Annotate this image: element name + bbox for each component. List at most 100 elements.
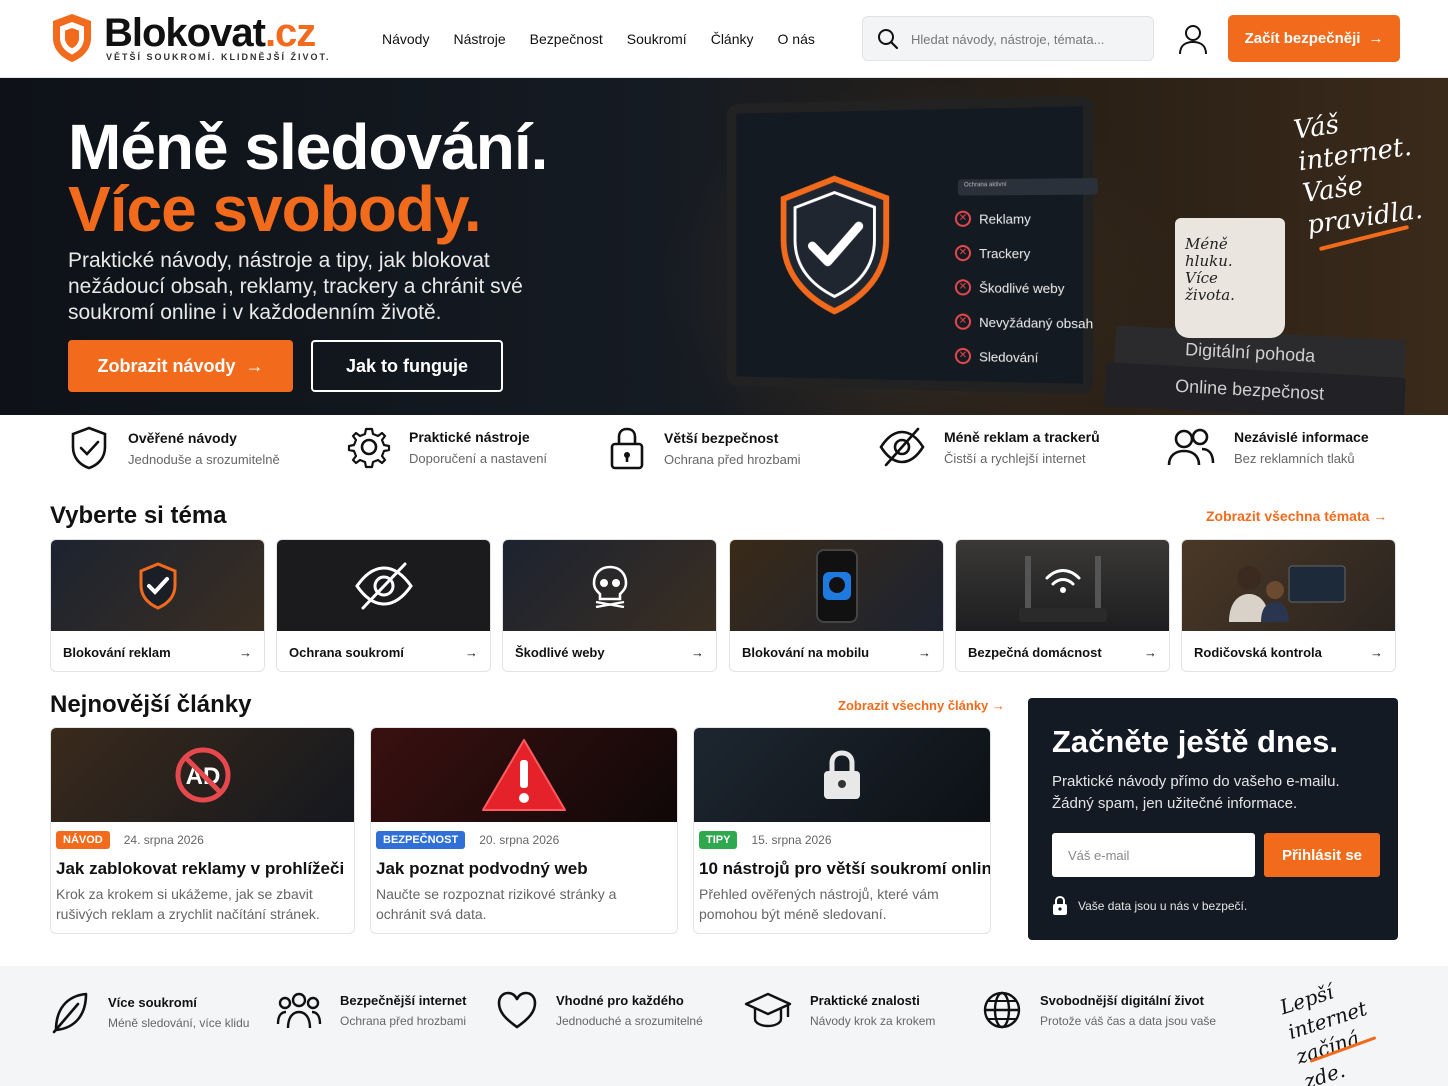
benefit-item: Vhodné pro každého Jednoduché a srozumite… xyxy=(496,990,703,1030)
topic-label: Bezpečná domácnost xyxy=(968,644,1102,660)
blocked-item-label: Sledování xyxy=(979,348,1039,365)
nav-o-nas[interactable]: O nás xyxy=(766,28,827,50)
email-field[interactable] xyxy=(1052,833,1255,877)
nav-bezpecnost[interactable]: Bezpečnost xyxy=(518,28,615,50)
feature-sub: Čistší a rychlejší internet xyxy=(944,450,1086,466)
arrow-right-icon: → xyxy=(1144,644,1157,660)
users-icon xyxy=(1167,428,1215,466)
benefit-sub: Protože váš čas a data jsou vaše xyxy=(1040,1013,1217,1028)
nav-navody[interactable]: Návody xyxy=(370,28,441,50)
how-it-works-button[interactable]: Jak to funguje xyxy=(311,340,503,392)
article-tag: TIPY xyxy=(699,831,738,849)
topic-card-privacy[interactable]: Ochrana soukromí → xyxy=(276,539,491,672)
show-guides-button[interactable]: Zobrazit návody → xyxy=(68,340,293,392)
privacy-note: Vaše data jsou u nás v bezpečí. xyxy=(1052,896,1247,916)
article-meta: NÁVOD 24. srpna 2026 xyxy=(56,831,204,849)
arrow-right-icon: → xyxy=(691,644,704,660)
lock-icon xyxy=(610,427,644,470)
smartphone-icon xyxy=(815,548,858,623)
book-title: Online bezpečnost xyxy=(1174,375,1325,404)
feature-sub: Jednoduše a srozumitelně xyxy=(128,451,280,467)
globe-icon xyxy=(983,991,1021,1029)
feature-title: Ověřené návody xyxy=(128,429,237,446)
benefit-sub: Návody krok za krokem xyxy=(810,1013,936,1028)
logo[interactable]: Blokovat.cz VĚTŠÍ SOUKROMÍ. KLIDNĚJŠÍ ŽI… xyxy=(50,10,330,68)
feature-title: Nezávislé informace xyxy=(1234,428,1369,445)
topic-image xyxy=(277,540,490,631)
benefit-item: Bezpečnější internet Ochrana před hrozbam… xyxy=(276,990,466,1030)
article-meta: TIPY 15. srpna 2026 xyxy=(699,831,832,849)
hero-handwriting: Váš internet. Vaše pravidla. xyxy=(1291,109,1425,241)
newsletter-title: Začněte ještě dnes. xyxy=(1052,724,1339,759)
lock-icon xyxy=(1053,896,1067,915)
padlock-icon xyxy=(824,750,860,799)
article-meta: BEZPEČNOST 20. srpna 2026 xyxy=(376,831,559,849)
user-account-icon[interactable] xyxy=(1176,22,1210,56)
laptop-screen: Ochrana aktivní ✕ Reklamy ✕ Trackery ✕ Škod… xyxy=(726,95,1098,395)
article-date: 24. srpna 2026 xyxy=(123,833,204,847)
benefit-text: Svobodnější digitální život Protože váš č… xyxy=(1040,993,1216,1028)
blocked-item-label: Reklamy xyxy=(979,210,1031,227)
topic-card-safe-home[interactable]: Bezpečná domácnost → xyxy=(955,539,1170,672)
logo-name: Blokovat xyxy=(104,11,266,55)
blocked-item: ✕ Škodlivé weby xyxy=(954,270,1109,306)
article-card[interactable]: BEZPEČNOST 20. srpna 2026 Jak poznat podv… xyxy=(370,727,678,934)
benefit-title: Bezpečnější internet xyxy=(340,992,467,1008)
arrow-right-icon: → xyxy=(1370,644,1383,660)
x-circle-icon: ✕ xyxy=(954,313,972,330)
shield-check-icon xyxy=(71,426,107,470)
feature-sub: Doporučení a nastavení xyxy=(409,450,548,466)
topic-image xyxy=(730,540,943,631)
article-card[interactable]: AD NÁVOD 24. srpna 2026 Jak zablokovat re… xyxy=(50,727,355,934)
shield-check-icon xyxy=(772,170,898,320)
x-circle-icon: ✕ xyxy=(954,210,972,227)
arrow-right-icon: → xyxy=(991,698,1005,713)
all-articles-link[interactable]: Zobrazit všechny články → xyxy=(838,698,1005,713)
benefit-text: Praktické znalosti Návody krok za krokem xyxy=(810,993,935,1028)
topic-label-row: Bezpečná domácnost → xyxy=(956,631,1169,671)
topic-label: Blokování na mobilu xyxy=(742,644,870,660)
topic-label: Rodičovská kontrola xyxy=(1194,644,1322,660)
book-title: Digitální pohoda xyxy=(1184,339,1316,366)
topic-card-parental-control[interactable]: Rodičovská kontrola → xyxy=(1181,539,1396,672)
subscribe-button[interactable]: Přihlásit se xyxy=(1264,833,1380,877)
article-desc: Naučte se rozpoznat rizikové stránky a o… xyxy=(376,886,617,922)
x-circle-icon: ✕ xyxy=(954,279,972,296)
article-title[interactable]: Jak zablokovat reklamy v prohlížeči xyxy=(56,859,344,879)
search-input[interactable] xyxy=(911,25,1141,53)
article-desc: Přehled ověřených nástrojů, které vám po… xyxy=(699,886,939,922)
topic-image xyxy=(956,540,1169,631)
blocked-item: ✕ Reklamy xyxy=(954,201,1109,236)
all-topics-link[interactable]: Zobrazit všechna témata → xyxy=(1206,508,1387,524)
article-title[interactable]: 10 nástrojů pro větší soukromí online xyxy=(699,859,990,879)
feature-text: Méně reklam a trackerů Čistší a rychlejší… xyxy=(944,429,1100,466)
nav-nastroje[interactable]: Nástroje xyxy=(441,28,517,50)
benefit-item: Více soukromí Méně sledování, více klidu xyxy=(50,990,249,1034)
feature-sub: Ochrana před hrozbami xyxy=(664,451,801,467)
feature-title: Větší bezpečnost xyxy=(664,429,779,446)
gear-icon xyxy=(347,427,391,469)
ad-block-icon: AD xyxy=(175,747,230,803)
topic-card-ad-blocking[interactable]: Blokování reklam → xyxy=(50,539,265,672)
topic-card-malicious-sites[interactable]: Škodlivé weby → xyxy=(502,539,717,672)
feature-fewer-ads: Méně reklam a trackerů Čistší a rychlejší… xyxy=(878,425,1100,469)
nav-soukromi[interactable]: Soukromí xyxy=(615,28,699,50)
article-date: 20. srpna 2026 xyxy=(479,833,560,847)
arrow-right-icon: → xyxy=(239,644,252,660)
feature-independent: Nezávislé informace Bez reklamních tlaků xyxy=(1166,425,1369,469)
article-card[interactable]: TIPY 15. srpna 2026 10 nástrojů pro větší… xyxy=(693,727,991,934)
article-image: AD xyxy=(51,728,354,822)
topic-image xyxy=(51,540,264,631)
main-nav: Návody Nástroje Bezpečnost Soukromí Člán… xyxy=(370,28,827,50)
nav-clanky[interactable]: Články xyxy=(699,28,766,50)
feature-text: Větší bezpečnost Ochrana před hrozbami xyxy=(664,430,801,467)
start-safer-button[interactable]: Začít bezpečněji → xyxy=(1228,15,1400,62)
topic-card-mobile-blocking[interactable]: Blokování na mobilu → xyxy=(729,539,944,672)
topic-label-row: Ochrana soukromí → xyxy=(277,631,490,671)
shield-logo-icon xyxy=(53,14,91,62)
benefit-title: Vhodné pro každého xyxy=(556,992,684,1008)
wifi-router-icon xyxy=(1018,555,1107,622)
article-tag: BEZPEČNOST xyxy=(376,831,466,849)
search-icon[interactable] xyxy=(877,28,899,50)
article-title[interactable]: Jak poznat podvodný web xyxy=(376,859,588,879)
